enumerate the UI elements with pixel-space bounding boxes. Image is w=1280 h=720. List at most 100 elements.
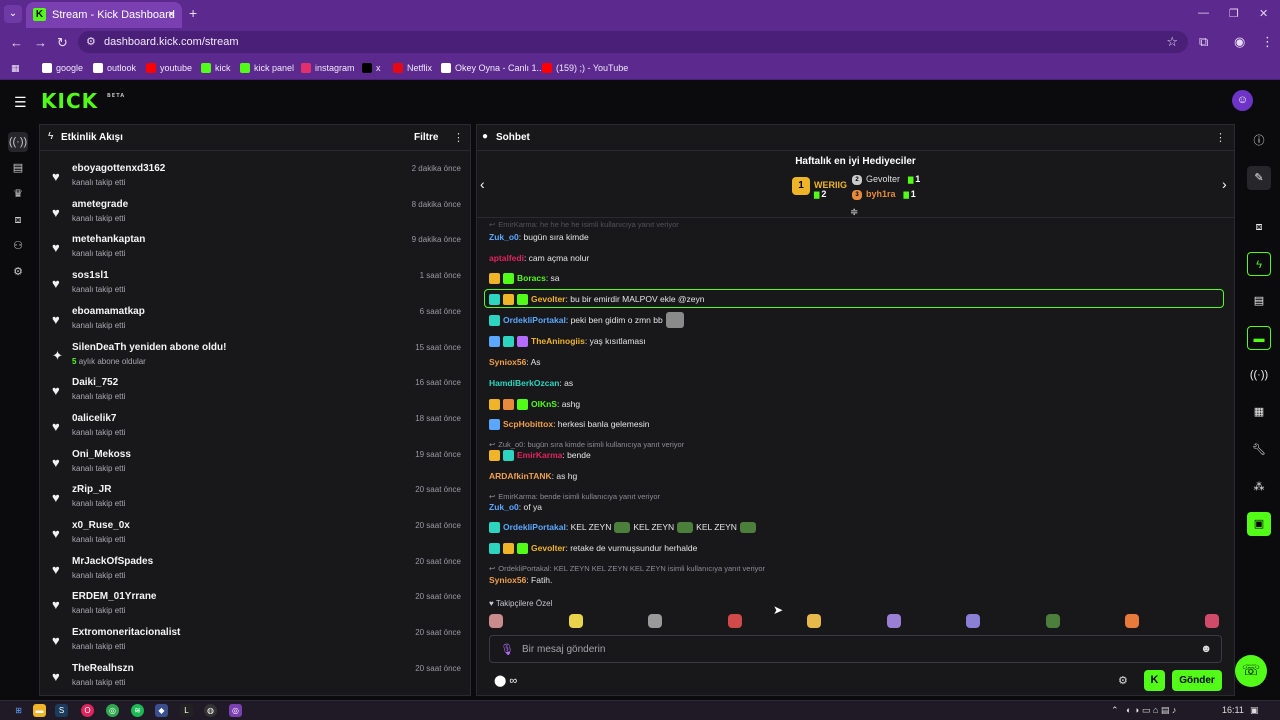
users-icon[interactable]: ⚇ [8,236,28,256]
steam-icon[interactable]: S [55,704,68,717]
reload-icon[interactable]: ↻ [57,35,68,51]
chat-message[interactable]: Syniox56: Fatih. [489,572,552,588]
chat-message[interactable]: Syniox56: As [489,354,541,370]
dashboard-icon[interactable]: ▤ [8,158,28,178]
chat-message[interactable]: ARDAfkinTANK: as hg [489,468,577,484]
app-icon[interactable]: ◆ [155,704,168,717]
gifter-entry[interactable]: 2 Gevolter ▇ 1 [852,174,920,185]
gifter-entry[interactable]: 1 WERIIG ▇ 2 [792,177,847,199]
chat-username[interactable]: Syniox56 [489,575,526,585]
chat-message[interactable]: OrdekliPortakal: peki ben gidim o zmn bb [489,312,684,328]
activity-item[interactable]: ♥ 0alicelik7 kanalı takip etti 18 saat önce [40,409,470,445]
chat-message[interactable]: Zuk_o0: of ya [489,499,542,515]
activity-item[interactable]: ♥ ERDEM_01Yrrane kanalı takip etti 20 saat … [40,587,470,623]
broadcast-icon[interactable]: ((·)) [1247,363,1271,387]
bookmark-item[interactable]: Okey Oyna - Canlı 1... [441,61,544,75]
bookmark-item[interactable]: outlook [93,61,136,75]
emote-icon[interactable] [648,614,662,628]
activity-item[interactable]: ♥ ametegrade kanalı takip etti 8 dakika önc… [40,195,470,231]
chat-username[interactable]: TheAninogiis [531,336,585,346]
tray-chevron-icon[interactable]: ⌃ [1111,705,1119,716]
minimize-icon[interactable]: — [1198,7,1209,19]
chat-message[interactable]: ScpHobittox: herkesi banla gelemesin [489,416,649,432]
activity-item[interactable]: ♥ MrJackOfSpades kanalı takip etti 20 saat … [40,552,470,588]
capture-icon[interactable]: ⧈ [1247,215,1271,239]
activity-item[interactable]: ♥ sos1sl1 kanalı takip etti 1 saat önce [40,266,470,302]
site-info-icon[interactable]: ⚙ [86,35,96,48]
chat-username[interactable]: Zuk_o0 [489,232,519,242]
microphone-icon[interactable]: 🎙︎ [500,643,514,656]
activity-item[interactable]: ♥ Oni_Mekoss kanalı takip etti 19 saat önce [40,445,470,481]
chat-message[interactable]: Gevolter: bu bir emirdir MALPOV ekle @ze… [489,291,705,307]
activity-item[interactable]: ♥ x0_Ruse_0x kanalı takip etti 20 saat önce [40,516,470,552]
filter-button[interactable]: Filtre [414,132,438,143]
kick-logo[interactable]: KICK BETA [41,89,124,113]
chat-username[interactable]: aptalfedi [489,253,524,263]
chat-message[interactable]: OrdekliPortakal: KEL ZEYN KEL ZEYN KEL ZEY… [489,519,756,535]
reply-context[interactable]: ↩ EmirKarma: he he he he isimli kullanıcı… [489,219,679,229]
emote-icon[interactable] [1125,614,1139,628]
bookmark-star-icon[interactable]: ☆ [1166,34,1178,50]
chat-username[interactable]: OrdekliPortakal [503,315,566,325]
address-bar[interactable]: ⚙ dashboard.kick.com/stream ☆ [78,31,1188,53]
send-button[interactable]: Gönder [1172,670,1222,691]
bookmark-item[interactable]: google [42,61,83,75]
settings-icon[interactable]: ⚙ [8,262,28,282]
gifter-entry[interactable]: 3 byh1ra ▇ 1 [852,189,916,200]
forward-icon[interactable]: → [34,35,47,50]
chat-username[interactable]: Gevolter [531,294,566,304]
stream-icon[interactable]: ((·)) [8,132,28,152]
activity-item[interactable]: ♥ Daiki_752 kanalı takip etti 16 saat önce [40,373,470,409]
opera-icon[interactable]: O [81,704,94,717]
menu-dots-icon[interactable]: ⋮ [1261,34,1274,50]
spotify-icon[interactable]: ≋ [131,704,144,717]
emote-icon[interactable] [886,614,901,628]
emote-icon[interactable] [568,614,583,628]
document-icon[interactable]: ▤ [1247,289,1271,313]
chat-username[interactable]: ScpHobittox [503,419,553,429]
trophy-icon[interactable]: ♛ [8,184,28,204]
bookmark-item[interactable]: (159) ;) - YouTube [542,61,628,75]
back-icon[interactable]: ← [10,35,23,50]
tab-search-icon[interactable]: ⌄ [4,5,22,23]
bookmark-item[interactable]: instagram [301,61,355,75]
chat-message[interactable]: EmirKarma: bende [489,447,591,463]
chat-username[interactable]: EmirKarma [517,450,562,460]
browser-tab-active[interactable]: K Stream - Kick Dashboard × [26,2,182,28]
scroll-down-icon[interactable]: ≑ [850,207,858,218]
emote-icon[interactable] [807,614,821,628]
chrome-icon[interactable]: ◎ [106,704,119,717]
chat-message[interactable]: HamdiBerkOzcan: as [489,375,573,391]
kick-emote-button[interactable]: K [1144,670,1165,691]
close-window-icon[interactable]: ✕ [1259,7,1268,20]
apps-icon[interactable]: ▦ [11,61,20,75]
file-explorer-icon[interactable]: ▬ [33,704,46,717]
maximize-icon[interactable]: ❐ [1229,7,1239,20]
chat-username[interactable]: Boracs [517,273,546,283]
chevron-left-icon[interactable]: ‹ [480,176,485,192]
app3-icon[interactable]: ◍ [204,704,217,717]
more-options-icon[interactable]: ⋮ [453,131,464,144]
activity-item[interactable]: ✦ SilenDeaTh yeniden abone oldu! 5 aylık a… [40,338,470,374]
support-chat-icon[interactable]: ☏ [1235,655,1267,687]
chat-username[interactable]: HamdiBerkOzcan [489,378,559,388]
chat-message[interactable]: Zuk_o0: bugün sıra kimde [489,229,589,245]
widgets-icon[interactable]: ⧈ [8,210,28,230]
chat-message-input[interactable] [522,642,1182,657]
emote-icon[interactable] [727,614,742,628]
chat-message[interactable]: TheAninogiis: yaş kısıtlaması [489,333,646,349]
activity-item[interactable]: ♥ metehankaptan kanalı takip etti 9 dakika … [40,230,470,266]
chat-message[interactable]: aptalfedi: cam açma nolur [489,250,589,266]
activity-lightning-icon[interactable]: ϟ [1247,252,1271,276]
chat-username[interactable]: Zuk_o0 [489,502,519,512]
profile-icon[interactable]: ◉ [1234,34,1245,50]
bookmark-item[interactable]: youtube [146,61,192,75]
chat-message[interactable]: Gevolter: retake de vurmuşsundur herhald… [489,540,697,556]
chat-username[interactable]: Gevolter [531,543,566,553]
bookmark-item[interactable]: kick panel [240,61,294,75]
edit-icon[interactable]: ✎ [1247,166,1271,190]
emote-icon[interactable] [1045,614,1060,628]
bookmark-item[interactable]: kick [201,61,231,75]
activity-item[interactable]: ♥ zRip_JR kanalı takip etti 20 saat önce [40,480,470,516]
chat-username[interactable]: OrdekliPortakal [503,522,566,532]
